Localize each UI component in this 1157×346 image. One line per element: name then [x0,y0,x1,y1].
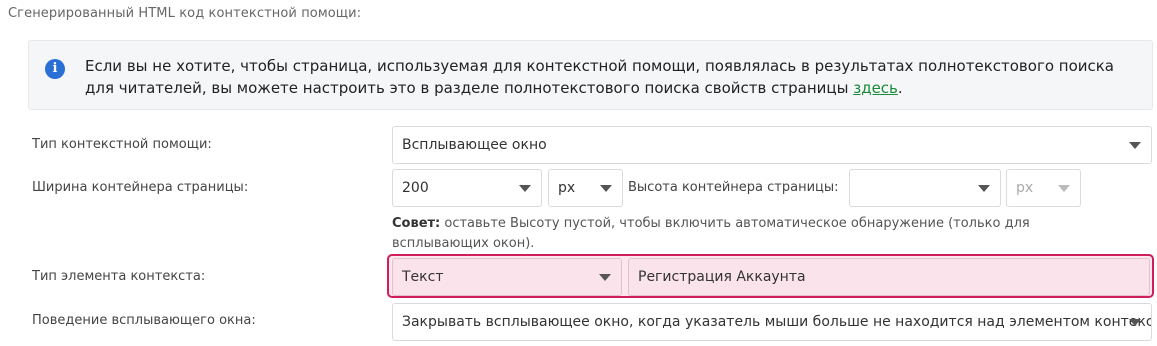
chevron-down-icon [1058,185,1070,192]
info-link[interactable]: здесь [853,79,898,97]
context-element-label: Тип элемента контекста: [32,269,206,284]
popup-behavior-label: Поведение всплывающего окна: [32,313,256,328]
container-height-label: Высота контейнера страницы: [628,180,839,195]
chevron-down-icon [1129,142,1141,149]
context-element-type-select[interactable]: Текст [392,258,622,296]
container-height-unit: px [1016,180,1034,196]
chevron-down-icon [599,274,611,281]
container-height-select[interactable] [849,169,1001,207]
container-width-value: 200 [402,180,429,196]
help-type-value: Всплывающее окно [402,137,547,153]
container-width-select[interactable]: 200 [392,169,542,207]
help-type-label: Тип контекстной помощи: [32,137,212,152]
container-width-unit: px [558,180,576,196]
container-width-unit-select[interactable]: px [548,169,623,207]
context-element-type-value: Текст [402,269,444,285]
container-height-unit-select[interactable]: px [1006,169,1081,207]
info-period: . [897,79,903,97]
popup-behavior-value: Закрывать всплывающее окно, когда указат… [402,314,1152,330]
chevron-down-icon [519,185,531,192]
chevron-down-icon [1129,319,1141,326]
container-width-label: Ширина контейнера страницы: [32,180,249,195]
info-text: Если вы не хотите, чтобы страница, испол… [85,55,1145,99]
hint-text: оставьте Высоту пустой, чтобы включить а… [392,216,1030,251]
info-circle-icon: i [45,59,65,79]
info-box: i Если вы не хотите, чтобы страница, исп… [28,40,1153,110]
chevron-down-icon [978,185,990,192]
context-element-text-input[interactable]: Регистрация Аккаунта [628,258,1150,296]
hint-bold: Совет: [392,216,441,231]
help-type-select[interactable]: Всплывающее окно [392,126,1152,164]
info-message: Если вы не хотите, чтобы страница, испол… [85,57,1115,97]
popup-behavior-select[interactable]: Закрывать всплывающее окно, когда указат… [392,303,1152,341]
section-title: Сгенерированный HTML код контекстной пом… [8,6,362,21]
container-height-hint: Совет: оставьте Высоту пустой, чтобы вкл… [392,214,1092,254]
chevron-down-icon [600,185,612,192]
